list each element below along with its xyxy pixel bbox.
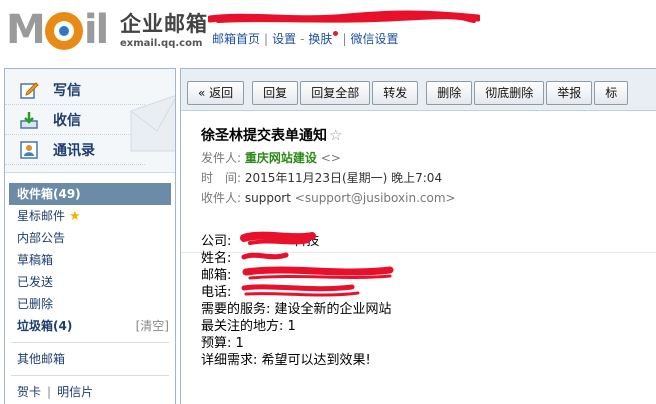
time-value: 2015年11月23日(星期一) 晚上7:04 xyxy=(244,171,443,185)
body-company: 公司: 科技 xyxy=(201,233,392,250)
logo-o-icon xyxy=(44,12,83,50)
clear-spam-link[interactable]: [清空] xyxy=(136,315,169,337)
receive-label: 收信 xyxy=(53,112,81,129)
back-button[interactable]: « 返回 xyxy=(187,81,245,105)
recipient-label: 收件人: xyxy=(201,191,242,205)
link-wechat-settings[interactable]: 微信设置 xyxy=(350,32,398,46)
mail-subject: 徐圣林提交表单通知 ☆ xyxy=(201,125,656,147)
folder-deleted[interactable]: 已删除 xyxy=(5,293,175,315)
folder-announcements[interactable]: 内部公告 xyxy=(5,227,175,249)
star-outline-icon[interactable]: ☆ xyxy=(329,126,342,144)
folder-list: 收件箱(49) 星标邮件 ★ 内部公告 草稿箱 已发送 已删除 垃圾箱(4) [清空… xyxy=(5,173,175,403)
time-row: 时 间: 2015年11月23日(星期一) 晚上7:04 xyxy=(201,169,656,187)
body-phone: 电话: xyxy=(201,284,392,301)
card-links: 贺卡 | 明信片 xyxy=(17,385,94,399)
sender-address: <> xyxy=(320,151,341,165)
folder-divider xyxy=(11,375,169,376)
product-domain: exmail.qq.com xyxy=(120,38,203,49)
folder-inbox[interactable]: 收件箱(49) xyxy=(9,183,171,205)
sender-name[interactable]: 重庆网站建设 xyxy=(245,151,317,165)
body-budget: 预算: 1 xyxy=(201,336,244,351)
company-label: 公司: xyxy=(201,234,232,249)
mail-body: 公司: 科技 姓名: 邮箱: 电话: 需要的服务: 建设全新的企业网站 最关注的地… xyxy=(201,233,392,369)
link-skin[interactable]: 换肤 xyxy=(308,32,332,46)
product-title: 企业邮箱 exmail.qq.com xyxy=(120,8,208,49)
compose-button[interactable]: 写信 xyxy=(5,75,145,105)
delete-forever-button[interactable]: 彻底删除 xyxy=(474,81,545,105)
body-email: 邮箱: xyxy=(201,267,392,284)
folder-sent[interactable]: 已发送 xyxy=(5,271,175,293)
body-detail: 详细需求: 希望可以达到效果! xyxy=(201,353,371,368)
reply-button[interactable]: 回复 xyxy=(252,81,299,105)
link-settings[interactable]: 设置 xyxy=(272,32,296,46)
top-links: 邮箱首页 | 设置 - 换肤 | 微信设置 xyxy=(212,31,399,46)
mark-button[interactable]: 标 xyxy=(594,81,629,105)
folder-drafts[interactable]: 草稿箱 xyxy=(5,249,175,271)
new-dot-icon xyxy=(333,31,339,36)
compose-label: 写信 xyxy=(53,82,81,99)
receive-button[interactable]: 收信 xyxy=(5,105,145,135)
time-label: 时 间: xyxy=(201,171,242,185)
folder-starred-label: 星标邮件 xyxy=(17,209,66,223)
account-redaction-scribble xyxy=(208,10,480,23)
reply-all-button[interactable]: 回复全部 xyxy=(300,81,371,105)
compose-icon xyxy=(20,81,39,99)
link-postcard[interactable]: 明信片 xyxy=(57,385,93,399)
folder-starred[interactable]: 星标邮件 ★ xyxy=(5,205,175,227)
exmail-logo[interactable]: Mil xyxy=(6,8,109,52)
recipient-address: <support@jusiboxin.com> xyxy=(294,191,456,205)
quick-actions: 写信 收信 通讯录 xyxy=(5,69,175,173)
mail-reader: « 返回 回复 回复全部 转发 删除 彻底删除 举报标 徐圣林提交表单通知 ☆ 发件人: 重庆… xyxy=(180,68,656,404)
name-label: 姓名: xyxy=(201,251,232,266)
mail-header: 徐圣林提交表单通知 ☆ 发件人: 重庆网站建设 <> 时 间: 2015年11月2… xyxy=(181,111,656,253)
mail-toolbar: « 返回 回复 回复全部 转发 删除 彻底删除 举报标 xyxy=(181,69,656,111)
product-name: 企业邮箱 xyxy=(120,12,208,36)
folder-other-mailboxes[interactable]: 其他邮箱 xyxy=(5,348,175,370)
folder-spam[interactable]: 垃圾箱(4) [清空] xyxy=(5,315,175,337)
sender-label: 发件人: xyxy=(201,151,242,165)
report-button[interactable]: 举报 xyxy=(546,81,593,105)
star-icon: ★ xyxy=(69,209,81,224)
delete-button[interactable]: 删除 xyxy=(426,81,473,105)
link-greeting-card[interactable]: 贺卡 xyxy=(17,385,41,399)
subject-text: 徐圣林提交表单通知 xyxy=(201,128,327,144)
sender-row: 发件人: 重庆网站建设 <> xyxy=(201,149,656,167)
body-concern: 最关注的地方: 1 xyxy=(201,319,296,334)
contacts-icon xyxy=(20,140,38,159)
body-service: 需要的服务: 建设全新的企业网站 xyxy=(201,302,392,317)
folder-spam-label: 垃圾箱(4) xyxy=(17,319,73,333)
link-mailbox-home[interactable]: 邮箱首页 xyxy=(212,32,260,46)
phone-label: 电话: xyxy=(201,285,232,300)
envelope-decoration-icon xyxy=(130,95,175,152)
company-value: 科技 xyxy=(293,234,320,249)
email-label: 邮箱: xyxy=(201,268,232,283)
recipient-row: 收件人: support <support@jusiboxin.com> xyxy=(201,189,656,207)
recipient-name[interactable]: support xyxy=(245,191,291,205)
contacts-button[interactable]: 通讯录 xyxy=(5,135,145,165)
forward-button[interactable]: 转发 xyxy=(372,81,419,105)
header: Mil 企业邮箱 exmail.qq.com 邮箱首页 | 设置 - 换肤 | 微信设置 xyxy=(0,0,656,64)
contacts-label: 通讯录 xyxy=(53,142,95,159)
folder-divider xyxy=(11,342,169,343)
body-name: 姓名: xyxy=(201,250,392,267)
inbox-download-icon xyxy=(20,111,38,129)
sidebar: 写信 收信 通讯录 收件箱(49) 星标邮件 ★ 内部公告 草稿箱 已发送 已删… xyxy=(4,68,176,404)
